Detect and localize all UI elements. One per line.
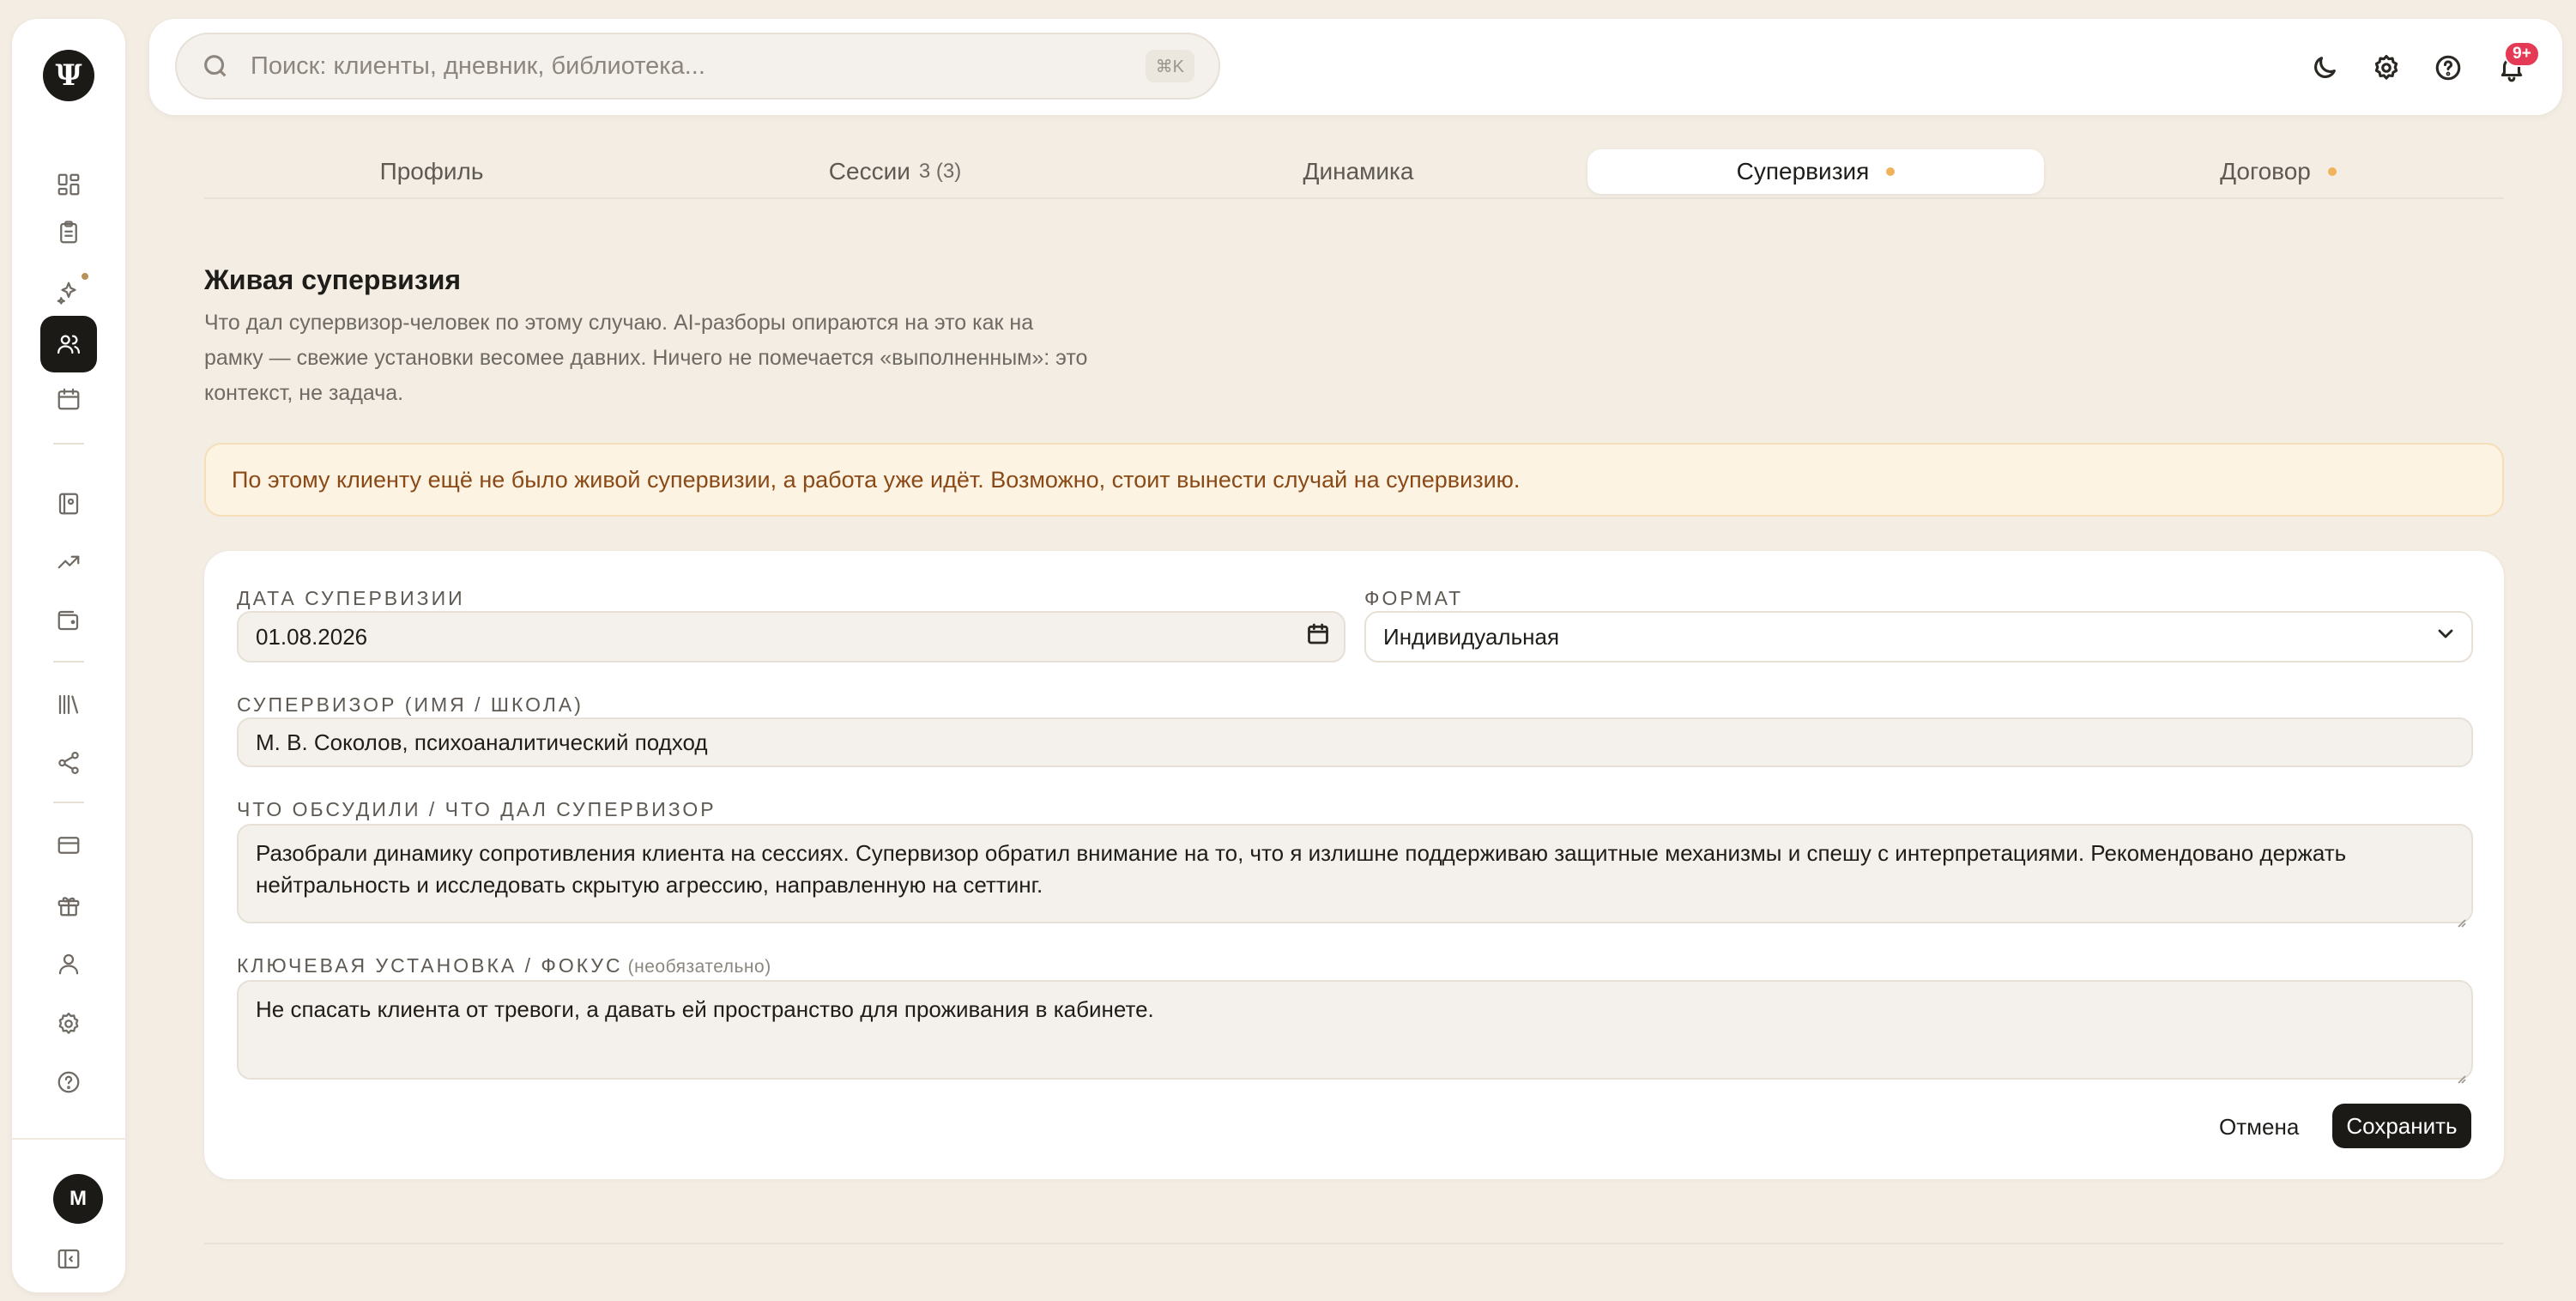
format-select[interactable]: Индивидуальная [1364, 611, 2473, 663]
tab-label: Супервизия [1736, 158, 1870, 185]
tab-profile[interactable]: Профиль [204, 149, 659, 194]
discussed-textarea[interactable]: Разобрали динамику сопротивления клиента… [237, 824, 2473, 928]
tab-contract-indicator [2327, 167, 2337, 176]
tab-supervision[interactable]: Супервизия [1587, 149, 2044, 194]
date-input[interactable]: 01.08.2026 [237, 611, 1345, 663]
tab-label: Профиль [379, 158, 484, 185]
sidebar-item-notes[interactable] [40, 204, 97, 261]
gift-icon [57, 897, 80, 917]
help-circle-icon [57, 1071, 80, 1093]
calendar-icon [1308, 623, 1328, 644]
notifications-button[interactable]: 9+ [2488, 41, 2540, 91]
cancel-button[interactable]: Отмена [2209, 1105, 2309, 1148]
logo-glyph: Ψ [55, 58, 82, 93]
client-tabs: Профиль Сессии 3 (3) Динамика Супервизия… [204, 146, 2504, 199]
share-icon [58, 752, 79, 774]
tab-contract[interactable]: Договор [2053, 149, 2504, 194]
tab-sessions[interactable]: Сессии 3 (3) [668, 149, 1122, 194]
tab-label: Сессии [828, 158, 910, 185]
settings-icon [58, 1013, 79, 1034]
supervisor-label: Супервизор (имя / школа) [237, 693, 584, 716]
sidebar-item-profile[interactable] [40, 935, 97, 992]
sidebar-ai-indicator [80, 271, 90, 281]
calendar-icon [57, 388, 80, 410]
journal-icon [58, 493, 79, 515]
sidebar-item-help[interactable] [40, 1054, 97, 1110]
trending-up-icon [57, 555, 80, 569]
focus-label-text: Ключевая установка / фокус [237, 954, 623, 977]
section-description: Что дал супервизор-человек по этому случ… [204, 311, 1088, 405]
save-button[interactable]: Сохранить [2332, 1104, 2471, 1148]
sidebar-item-share[interactable] [40, 735, 97, 791]
date-label: Дата супервизии [237, 587, 465, 609]
notice-text: По этому клиенту ещё не было живой супер… [232, 466, 1521, 493]
theme-toggle-button[interactable] [2301, 45, 2348, 91]
date-value: 01.08.2026 [256, 623, 368, 650]
sparkles-icon [57, 281, 76, 305]
search-input[interactable] [251, 34, 1109, 98]
sidebar-divider [12, 1138, 125, 1140]
sidebar-item-journal[interactable] [40, 475, 97, 532]
chevron-down-icon [2438, 629, 2453, 638]
search-icon [204, 55, 227, 77]
settings-button[interactable] [2363, 45, 2410, 91]
user-icon [58, 953, 79, 975]
focus-optional-hint: (необязательно) [627, 957, 771, 977]
library-icon [58, 694, 79, 715]
tab-label: Договор [2220, 158, 2311, 185]
users-icon [57, 335, 80, 354]
credit-card-icon [57, 837, 80, 854]
sidebar-item-calendar[interactable] [40, 371, 97, 427]
sidebar-collapse-button[interactable] [40, 1231, 97, 1287]
format-label: Формат [1364, 587, 1464, 609]
sidebar-item-billing[interactable] [40, 817, 97, 874]
moon-icon [2314, 57, 2336, 78]
avatar[interactable]: М [53, 1174, 103, 1224]
search-bar[interactable]: ⌘K [175, 33, 1220, 100]
focus-textarea[interactable]: Не спасать клиента от тревоги, а давать … [237, 980, 2473, 1084]
supervision-notice: По этому клиенту ещё не было живой супер… [204, 443, 2504, 517]
sidebar-item-finance[interactable] [40, 592, 97, 649]
tab-label: Динамика [1303, 158, 1414, 185]
discussed-label: Что обсудили / что дал супервизор [237, 798, 717, 820]
search-shortcut-hint: ⌘K [1145, 50, 1194, 82]
supervisor-input[interactable]: М. В. Соколов, психоаналитический подход [237, 717, 2473, 767]
sidebar-item-gifts[interactable] [40, 877, 97, 934]
help-icon [2435, 55, 2461, 81]
tab-sessions-count: 3 (3) [918, 160, 962, 183]
section-divider [204, 1243, 2504, 1244]
clipboard-icon [60, 221, 77, 244]
date-picker-button[interactable] [1306, 622, 1330, 652]
app-logo[interactable]: Ψ [43, 50, 94, 101]
sidebar-item-settings[interactable] [40, 995, 97, 1052]
sidebar-item-library[interactable] [40, 676, 97, 733]
format-dropdown-toggle [2434, 622, 2458, 652]
tab-dynamics[interactable]: Динамика [1131, 149, 1586, 194]
format-value: Индивидуальная [1383, 623, 1560, 650]
help-button[interactable] [2425, 45, 2471, 91]
notifications-badge: 9+ [2504, 41, 2540, 67]
avatar-initial: М [70, 1187, 87, 1210]
discussed-value: Разобрали динамику сопротивления клиента… [256, 840, 2347, 898]
sidebar-divider [53, 661, 84, 663]
sidebar: Ψ М [12, 19, 125, 1292]
sidebar-divider [53, 802, 84, 803]
sidebar-item-ai[interactable] [40, 264, 97, 321]
focus-label: Ключевая установка / фокус (необязательно… [237, 954, 771, 977]
section-title: Живая супервизия [204, 264, 462, 295]
wallet-icon [57, 610, 79, 631]
sidebar-collapse-icon [57, 1249, 80, 1269]
focus-value: Не спасать клиента от тревоги, а давать … [256, 996, 1154, 1022]
sidebar-item-clients[interactable] [40, 316, 97, 372]
gear-icon [2374, 54, 2398, 80]
sidebar-item-analytics[interactable] [40, 534, 97, 590]
tab-supervision-indicator [1886, 167, 1896, 176]
dashboard-icon [57, 173, 80, 196]
supervisor-value: М. В. Соколов, психоаналитический подход [256, 729, 708, 755]
resize-handle[interactable] [2454, 905, 2466, 928]
top-bar: ⌘K 9+ [149, 19, 2562, 115]
sidebar-divider [53, 443, 84, 445]
resize-handle[interactable] [2454, 1061, 2466, 1084]
